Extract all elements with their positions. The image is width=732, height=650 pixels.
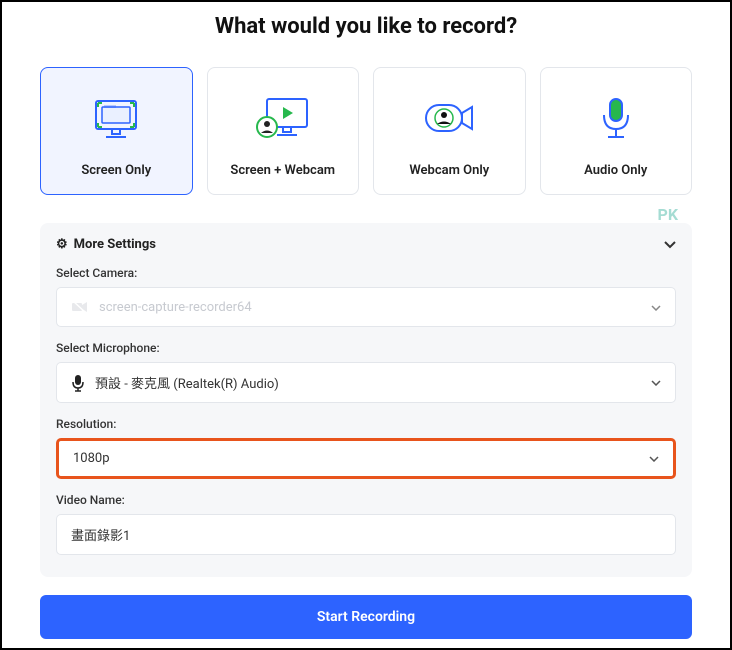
screen-only-icon [90, 86, 142, 151]
microphone-label: Select Microphone: [56, 341, 676, 355]
chevron-down-icon [651, 301, 661, 314]
camera-select[interactable]: screen-capture-recorder64 [56, 287, 676, 327]
card-screen-webcam[interactable]: Screen + Webcam [207, 67, 360, 195]
camera-value: screen-capture-recorder64 [99, 300, 651, 315]
chevron-down-icon[interactable] [664, 238, 676, 252]
card-label: Webcam Only [409, 163, 489, 178]
page-title: What would you like to record? [2, 14, 730, 39]
chevron-down-icon [651, 376, 661, 389]
video-name-field: Video Name: 畫面錄影1 [56, 493, 676, 555]
start-recording-button[interactable]: Start Recording [40, 595, 692, 639]
card-label: Audio Only [584, 163, 647, 178]
camera-label: Select Camera: [56, 266, 676, 280]
settings-heading: More Settings [74, 237, 156, 252]
resolution-field: Resolution: 1080p [56, 417, 676, 479]
webcam-only-icon [420, 86, 478, 151]
gear-icon: ⚙ [56, 237, 68, 252]
microphone-select[interactable]: 預設 - 麥克風 (Realtek(R) Audio) [56, 362, 676, 403]
record-mode-cards: Screen Only Screen + Webcam [2, 67, 730, 195]
microphone-field: Select Microphone: 預設 - 麥克風 (Realtek(R) … [56, 341, 676, 403]
resolution-label: Resolution: [56, 417, 676, 431]
resolution-select[interactable]: 1080p [56, 438, 676, 479]
camera-off-icon [71, 300, 89, 314]
watermark: PK [658, 205, 678, 224]
microphone-value: 預設 - 麥克風 (Realtek(R) Audio) [95, 373, 651, 392]
card-label: Screen + Webcam [230, 163, 335, 178]
resolution-value: 1080p [73, 451, 649, 466]
card-audio-only[interactable]: Audio Only [540, 67, 693, 195]
video-name-input[interactable]: 畫面錄影1 [56, 514, 676, 555]
screen-webcam-icon [253, 86, 313, 151]
video-name-value: 畫面錄影1 [71, 525, 130, 544]
settings-panel: ⚙ More Settings Select Camera: screen-ca… [40, 223, 692, 577]
chevron-down-icon [649, 452, 659, 465]
audio-only-icon [596, 86, 636, 151]
card-webcam-only[interactable]: Webcam Only [373, 67, 526, 195]
card-screen-only[interactable]: Screen Only [40, 67, 193, 195]
settings-header[interactable]: ⚙ More Settings [56, 237, 676, 252]
video-name-label: Video Name: [56, 493, 676, 507]
camera-field: Select Camera: screen-capture-recorder64 [56, 266, 676, 327]
card-label: Screen Only [81, 163, 151, 178]
microphone-icon [71, 374, 85, 392]
